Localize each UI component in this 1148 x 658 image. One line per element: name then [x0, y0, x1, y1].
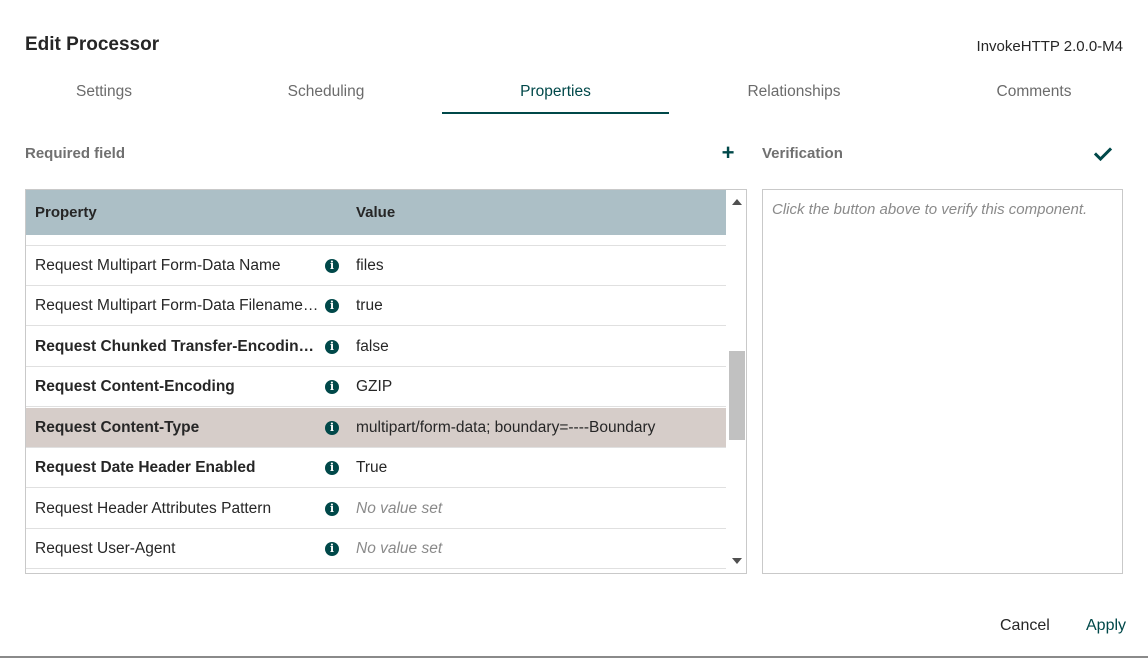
table-row[interactable]: Request Multipart Form-Data Name i files [26, 246, 726, 286]
dialog-title: Edit Processor [25, 34, 160, 55]
property-name: Request Header Attributes Pattern [35, 500, 272, 517]
property-value[interactable]: multipart/form-data; boundary=----Bounda… [356, 408, 721, 448]
checkmark-icon [1093, 147, 1113, 162]
column-header-property[interactable]: Property [35, 190, 97, 235]
plus-icon: + [721, 140, 735, 165]
verification-label: Verification [762, 145, 843, 162]
tab-comments[interactable]: Comments [920, 78, 1148, 112]
property-name: Request Content-Type [35, 419, 200, 436]
table-row[interactable]: Request Content-Encoding i GZIP [26, 367, 726, 407]
info-icon[interactable]: i [325, 461, 339, 475]
table-body: Request Multipart Form-Data Name i files… [26, 235, 726, 573]
tab-scheduling[interactable]: Scheduling [212, 78, 440, 112]
verification-placeholder: Click the button above to verify this co… [772, 201, 1088, 218]
scroll-down-arrow-icon[interactable] [732, 558, 742, 564]
info-icon[interactable]: i [325, 502, 339, 516]
table-row[interactable]: Request Chunked Transfer-Encoding Enable… [26, 327, 726, 367]
info-icon[interactable]: i [325, 259, 339, 273]
property-name: Request Multipart Form-Data Name [35, 257, 281, 274]
property-name: Request User-Agent [35, 540, 176, 557]
verify-button[interactable] [1092, 143, 1114, 165]
table-row [26, 235, 726, 246]
info-icon[interactable]: i [325, 421, 339, 435]
tab-bar: Settings Scheduling Properties Relations… [0, 78, 1148, 114]
add-property-button[interactable]: + [718, 141, 738, 165]
property-name: Request Date Header Enabled [35, 459, 256, 476]
info-icon[interactable]: i [325, 380, 339, 394]
scrollbar-thumb[interactable] [729, 351, 745, 440]
property-value[interactable]: True [356, 448, 721, 488]
table-row[interactable]: Request Multipart Form-Data Filename Ena… [26, 286, 726, 326]
property-value[interactable]: true [356, 286, 721, 326]
processor-type: InvokeHTTP 2.0.0-M4 [976, 38, 1123, 55]
apply-button[interactable]: Apply [1086, 617, 1126, 635]
property-value[interactable]: GZIP [356, 367, 721, 407]
property-value-empty[interactable]: No value set [356, 529, 721, 569]
tab-properties[interactable]: Properties [442, 78, 669, 114]
table-scrollbar[interactable] [727, 190, 746, 573]
table-row[interactable]: Request User-Agent i No value set [26, 529, 726, 569]
tab-relationships[interactable]: Relationships [680, 78, 908, 112]
edit-processor-dialog: Edit Processor InvokeHTTP 2.0.0-M4 Setti… [0, 0, 1148, 656]
property-name: Request Multipart Form-Data Filename Ena… [35, 297, 320, 314]
properties-table: Property Value Request Multipart Form-Da… [25, 189, 747, 574]
column-header-value[interactable]: Value [356, 190, 395, 235]
info-icon[interactable]: i [325, 299, 339, 313]
table-row[interactable]: Request Date Header Enabled i True [26, 448, 726, 488]
table-row-selected[interactable]: Request Content-Type i multipart/form-da… [26, 408, 726, 448]
property-value[interactable]: files [356, 246, 721, 286]
tab-settings[interactable]: Settings [25, 78, 183, 112]
property-value-empty[interactable]: No value set [356, 489, 721, 529]
table-header: Property Value [26, 190, 726, 235]
info-icon[interactable]: i [325, 340, 339, 354]
info-icon[interactable]: i [325, 542, 339, 556]
required-field-label: Required field [25, 145, 126, 162]
property-name: Request Content-Encoding [35, 378, 235, 395]
table-row[interactable]: Request Header Attributes Pattern i No v… [26, 489, 726, 529]
property-name: Request Chunked Transfer-Encoding Enable… [35, 338, 320, 355]
cancel-button[interactable]: Cancel [1000, 617, 1050, 635]
scroll-up-arrow-icon[interactable] [732, 199, 742, 205]
verification-panel: Click the button above to verify this co… [762, 189, 1123, 574]
property-value[interactable]: false [356, 327, 721, 367]
